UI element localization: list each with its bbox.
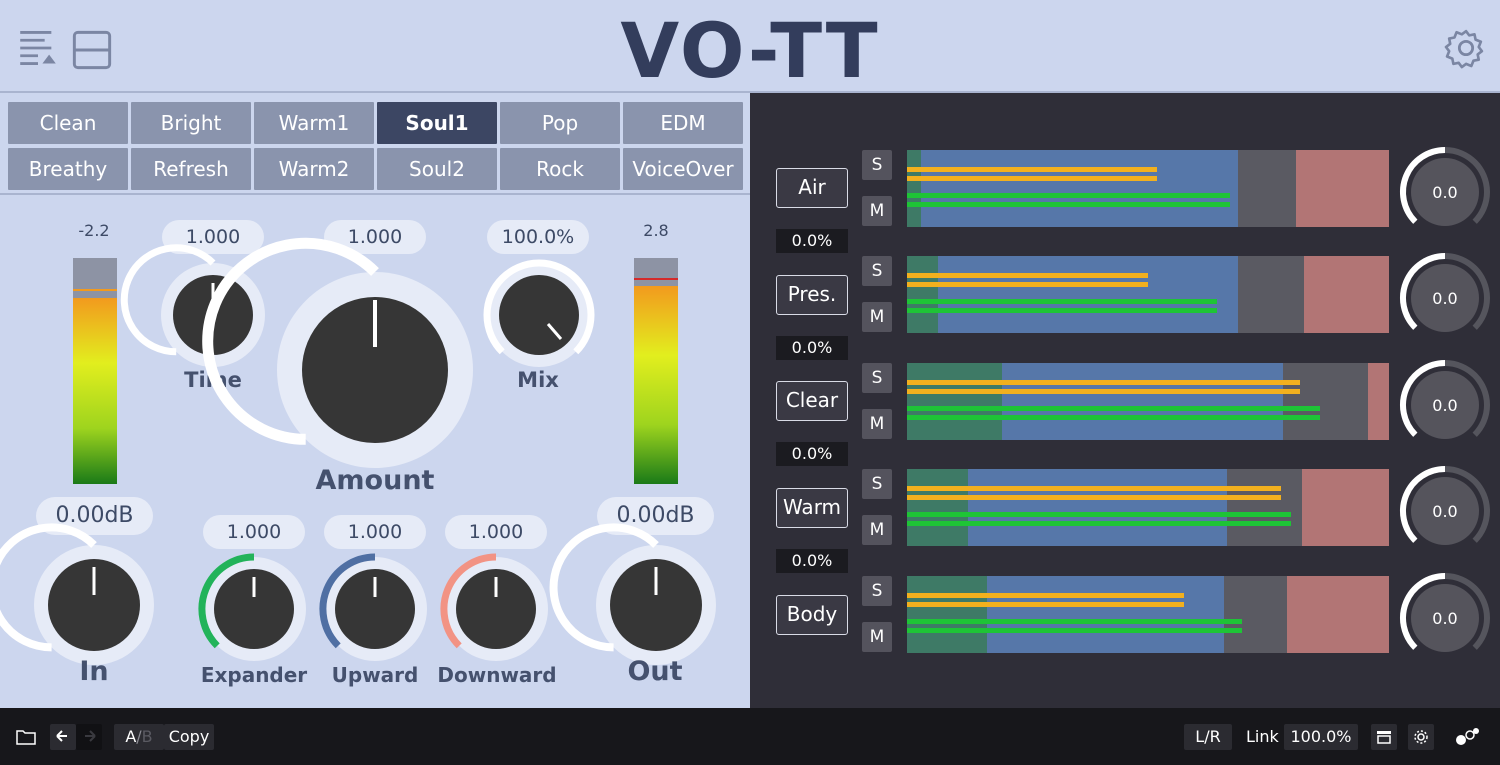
band-warm-meter xyxy=(907,469,1389,546)
downward-knob[interactable] xyxy=(440,553,550,663)
logo-icon xyxy=(1456,728,1479,745)
expander-value[interactable]: 1.000 xyxy=(203,515,305,549)
preset-bright[interactable]: Bright xyxy=(131,102,251,144)
band-presence-knob-value: 0.0 xyxy=(1432,289,1458,308)
expander-label: Expander xyxy=(200,663,308,687)
compact-view-button[interactable] xyxy=(1371,724,1397,750)
ab-b-label: B xyxy=(141,727,153,746)
header: VO-TT xyxy=(0,0,1500,95)
input-gain-knob[interactable] xyxy=(0,523,155,666)
preset-warm2[interactable]: Warm2 xyxy=(254,148,374,190)
band-presence-mute-button[interactable]: M xyxy=(862,302,892,332)
band-body-button[interactable]: Body xyxy=(776,595,848,635)
band-body-knob-value: 0.0 xyxy=(1432,609,1458,628)
preset-pop[interactable]: Pop xyxy=(500,102,620,144)
preset-clean[interactable]: Clean xyxy=(8,102,128,144)
band-presence-meter xyxy=(907,256,1389,333)
preset-grid: Clean Bright Warm1 Soul1 Pop EDM Breathy… xyxy=(6,101,744,191)
band-body-mute-button[interactable]: M xyxy=(862,622,892,652)
ab-compare-toggle[interactable]: A/B xyxy=(114,724,164,750)
output-gain-knob[interactable] xyxy=(549,523,717,666)
preset-voiceover[interactable]: VoiceOver xyxy=(623,148,743,190)
input-meter-peak: -2.2 xyxy=(78,221,110,240)
app-title: VO-TT xyxy=(620,6,880,95)
band-clear-percent: 0.0% xyxy=(776,442,848,466)
preset-soul1[interactable]: Soul1 xyxy=(377,102,497,144)
band-warm-knob-value: 0.0 xyxy=(1432,502,1458,521)
redo-button[interactable] xyxy=(76,724,102,750)
preset-breathy[interactable]: Breathy xyxy=(8,148,128,190)
band-air-percent: 0.0% xyxy=(776,229,848,253)
band-warm-mute-button[interactable]: M xyxy=(862,515,892,545)
upward-value[interactable]: 1.000 xyxy=(324,515,426,549)
preset-edm[interactable]: EDM xyxy=(623,102,743,144)
band-air-button[interactable]: Air xyxy=(776,168,848,208)
divider xyxy=(0,193,750,195)
upward-knob[interactable] xyxy=(319,553,429,663)
small-gear-icon xyxy=(1414,730,1428,744)
band-clear-knob-value: 0.0 xyxy=(1432,396,1458,415)
link-value[interactable]: 100.0% xyxy=(1284,724,1358,750)
folder-icon xyxy=(16,730,36,745)
band-panel: Air 0.0% S M 0.0 Pres. 0.0% S M 0.0 Clea… xyxy=(750,93,1500,708)
band-clear-mute-button[interactable]: M xyxy=(862,409,892,439)
band-warm-solo-button[interactable]: S xyxy=(862,469,892,499)
preset-soul2[interactable]: Soul2 xyxy=(377,148,497,190)
preset-rock[interactable]: Rock xyxy=(500,148,620,190)
settings-gear-icon[interactable] xyxy=(1444,28,1486,69)
link-label: Link xyxy=(1246,727,1279,746)
options-button[interactable] xyxy=(1408,724,1434,750)
band-clear-button[interactable]: Clear xyxy=(776,381,848,421)
band-air-solo-button[interactable]: S xyxy=(862,150,892,180)
mix-value[interactable]: 100.0% xyxy=(487,220,589,254)
lr-mode-button[interactable]: L/R xyxy=(1184,724,1232,750)
downward-label: Downward xyxy=(437,663,557,687)
band-warm-percent: 0.0% xyxy=(776,549,848,573)
output-level-meter xyxy=(634,258,678,484)
band-clear-solo-button[interactable]: S xyxy=(862,363,892,393)
band-presence-button[interactable]: Pres. xyxy=(776,275,848,315)
expander-knob[interactable] xyxy=(198,553,308,663)
copy-button[interactable]: Copy xyxy=(164,724,214,750)
open-folder-button[interactable] xyxy=(12,724,40,750)
main-controls-panel: Clean Bright Warm1 Soul1 Pop EDM Breathy… xyxy=(0,95,750,708)
undo-arrow-icon xyxy=(56,730,67,742)
amount-knob[interactable] xyxy=(202,237,474,469)
window-icon xyxy=(1377,731,1391,744)
band-clear-meter xyxy=(907,363,1389,440)
band-warm-button[interactable]: Warm xyxy=(776,488,848,528)
upward-label: Upward xyxy=(331,663,419,687)
input-gain-label: In xyxy=(79,656,109,687)
undo-button[interactable] xyxy=(50,724,76,750)
mix-knob[interactable] xyxy=(483,259,595,370)
input-level-meter xyxy=(73,258,117,484)
mix-label: Mix xyxy=(517,368,559,392)
band-air-knob-value: 0.0 xyxy=(1432,183,1458,202)
band-body-solo-button[interactable]: S xyxy=(862,576,892,606)
band-air-meter xyxy=(907,150,1389,227)
preset-refresh[interactable]: Refresh xyxy=(131,148,251,190)
brand-logo[interactable] xyxy=(1452,724,1484,750)
downward-value[interactable]: 1.000 xyxy=(445,515,547,549)
output-meter-peak: 2.8 xyxy=(643,221,669,240)
band-body-meter xyxy=(907,576,1389,653)
redo-arrow-icon xyxy=(85,730,96,742)
output-gain-label: Out xyxy=(627,656,683,687)
bottom-toolbar: A/B Copy L/R Link 100.0% xyxy=(0,708,1500,765)
band-presence-solo-button[interactable]: S xyxy=(862,256,892,286)
band-air-mute-button[interactable]: M xyxy=(862,196,892,226)
band-presence-percent: 0.0% xyxy=(776,336,848,360)
preset-warm1[interactable]: Warm1 xyxy=(254,102,374,144)
ab-a-label: A xyxy=(125,727,137,746)
amount-label: Amount xyxy=(315,465,435,496)
